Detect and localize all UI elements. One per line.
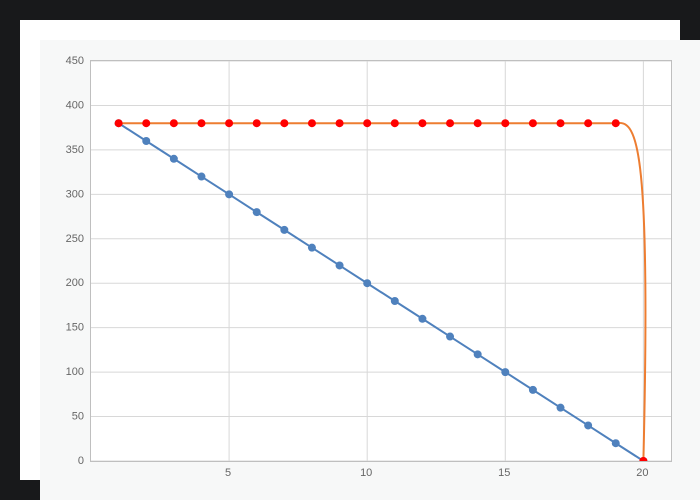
y-tick-label: 150	[66, 322, 84, 334]
y-tick-label: 100	[66, 366, 84, 378]
x-axis: 5 10 15 20	[40, 460, 700, 500]
data-point	[474, 119, 482, 127]
x-tick-label: 5	[225, 467, 231, 479]
data-point	[501, 119, 509, 127]
data-point	[197, 173, 205, 181]
data-point	[170, 119, 178, 127]
data-point	[584, 119, 592, 127]
chart-svg	[91, 61, 671, 461]
data-point	[446, 333, 454, 341]
x-tick-label: 10	[360, 467, 372, 479]
y-tick-label: 50	[72, 411, 84, 423]
data-point	[253, 208, 261, 216]
data-point	[308, 244, 316, 252]
data-point	[197, 119, 205, 127]
data-point	[557, 404, 565, 412]
chart-frame: 050100150200250300350400450 5101520	[0, 0, 700, 500]
data-point	[612, 119, 620, 127]
data-point	[612, 439, 620, 447]
y-tick-label: 200	[66, 277, 84, 289]
y-tick-label: 350	[66, 144, 84, 156]
data-point	[280, 226, 288, 234]
data-point	[253, 119, 261, 127]
data-point	[391, 119, 399, 127]
y-tick-label: 400	[66, 99, 84, 111]
data-point	[446, 119, 454, 127]
y-tick-label: 300	[66, 188, 84, 200]
data-point	[363, 279, 371, 287]
data-point	[115, 119, 123, 127]
data-point	[529, 386, 537, 394]
y-tick-label: 450	[66, 55, 84, 67]
data-point	[557, 119, 565, 127]
x-tick-label: 20	[636, 467, 648, 479]
chart-plot-area	[90, 60, 672, 462]
data-point	[584, 421, 592, 429]
data-point	[142, 137, 150, 145]
data-point	[142, 119, 150, 127]
data-point	[529, 119, 537, 127]
data-point	[501, 368, 509, 376]
data-point	[418, 315, 426, 323]
data-point	[225, 119, 233, 127]
series-line-0	[119, 123, 644, 461]
y-tick-label: 250	[66, 233, 84, 245]
data-point	[336, 261, 344, 269]
data-point	[474, 350, 482, 358]
data-point	[170, 155, 178, 163]
data-point	[308, 119, 316, 127]
data-point	[225, 190, 233, 198]
data-point	[363, 119, 371, 127]
data-point	[418, 119, 426, 127]
data-point	[391, 297, 399, 305]
data-point	[336, 119, 344, 127]
y-axis: 050100150200250300350400450	[40, 40, 90, 480]
chart-panel: 050100150200250300350400450 5101520	[40, 40, 700, 500]
x-tick-label: 15	[498, 467, 510, 479]
data-point	[280, 119, 288, 127]
